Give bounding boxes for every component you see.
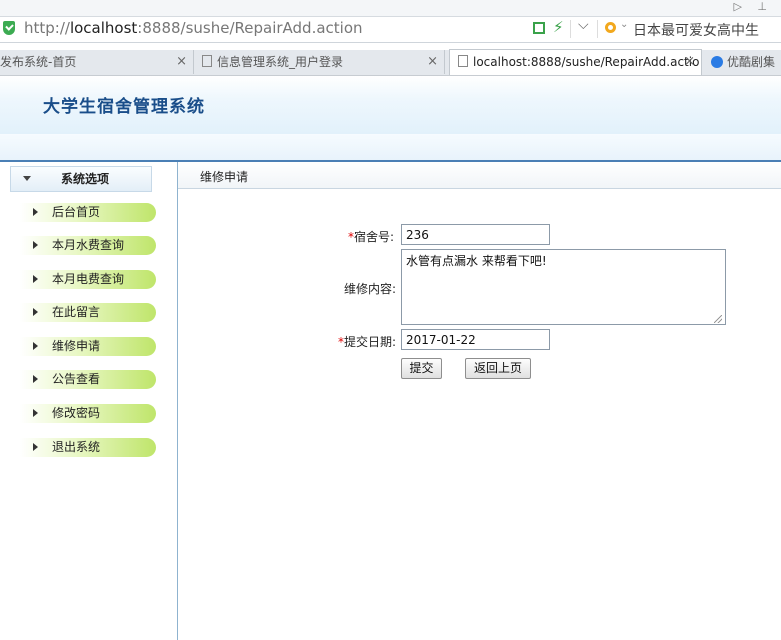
repair-content-textarea[interactable]: 水管有点漏水 来帮看下吧! <box>401 249 726 325</box>
close-icon[interactable]: × <box>684 50 695 74</box>
sidebar-item-password[interactable]: 修改密码 <box>20 404 156 423</box>
sidebar-item-label: 公告查看 <box>52 372 101 386</box>
page-icon <box>458 55 468 67</box>
dorm-label-text: 宿舍号: <box>354 230 395 244</box>
sidebar-item-label: 本月水费查询 <box>52 238 125 252</box>
close-icon[interactable]: × <box>427 50 438 74</box>
security-shield-icon[interactable] <box>3 21 15 35</box>
back-button[interactable]: 返回上页 <box>465 358 531 379</box>
page-title: 维修申请 <box>200 170 249 184</box>
arrow-right-icon <box>33 443 38 451</box>
page-icon <box>202 55 212 67</box>
tab-repair-add[interactable]: localhost:8888/sushe/RepairAdd.actio × <box>449 49 702 75</box>
url-prefix: http:// <box>24 19 70 37</box>
url-text[interactable]: http://localhost:8888/sushe/RepairAdd.ac… <box>24 19 363 37</box>
content-label: 维修内容: <box>344 282 397 296</box>
sidebar-item-label: 退出系统 <box>52 440 101 454</box>
tab-user-login[interactable]: 信息管理系统_用户登录 × <box>194 50 445 74</box>
resize-grip-icon[interactable] <box>714 315 722 323</box>
sidebar-item-label: 修改密码 <box>52 406 101 420</box>
arrow-right-icon <box>33 375 38 383</box>
url-rest: :8888/sushe/RepairAdd.action <box>137 19 363 37</box>
date-label-text: 提交日期: <box>344 335 397 349</box>
dorm-number-input[interactable] <box>401 224 550 245</box>
tab-label: 发布系统-首页 <box>0 55 77 69</box>
sidebar-item-notice[interactable]: 公告查看 <box>20 370 156 389</box>
browser-address-bar: ▷ ⊥ http://localhost:8888/sushe/RepairAd… <box>0 0 781 43</box>
sidebar-header[interactable]: 系统选项 <box>10 166 152 192</box>
sidebar-header-label: 系统选项 <box>61 172 110 186</box>
arrow-right-icon <box>33 275 38 283</box>
divider <box>597 20 598 38</box>
panel-title-bar: 维修申请 <box>178 162 781 189</box>
tab-youku[interactable]: 优酷剧集 <box>703 50 781 74</box>
sidebar-item-logout[interactable]: 退出系统 <box>20 438 156 457</box>
dorm-label: *宿舍号: <box>348 228 394 245</box>
date-label: *提交日期: <box>338 333 396 350</box>
app-title: 大学生宿舍管理系统 <box>43 97 205 117</box>
youku-icon <box>711 56 723 68</box>
header-strip <box>0 134 781 162</box>
submit-button[interactable]: 提交 <box>401 358 442 379</box>
close-icon[interactable]: × <box>176 50 187 74</box>
sidebar-item-electric-fee[interactable]: 本月电费查询 <box>20 270 156 289</box>
sidebar-item-label: 后台首页 <box>52 205 101 219</box>
arrow-right-icon <box>33 308 38 316</box>
search-engine-icon[interactable] <box>605 22 616 33</box>
sidebar-item-message[interactable]: 在此留言 <box>20 303 156 322</box>
sidebar-item-label: 本月电费查询 <box>52 272 125 286</box>
arrow-right-icon <box>33 342 38 350</box>
sidebar: 系统选项 后台首页 本月水费查询 本月电费查询 在此留言 维修申请 公告查看 修… <box>0 162 178 640</box>
sidebar-item-label: 在此留言 <box>52 305 101 319</box>
caret-down-icon <box>23 176 31 181</box>
url-field[interactable]: http://localhost:8888/sushe/RepairAdd.ac… <box>0 16 781 42</box>
date-input[interactable] <box>401 329 550 350</box>
tab-home[interactable]: 发布系统-首页 × <box>0 50 194 74</box>
search-input[interactable]: 日本最可爱女高中生 <box>633 20 759 40</box>
url-host: localhost <box>69 19 138 37</box>
app-header: 大学生宿舍管理系统 <box>0 76 781 134</box>
sidebar-item-water-fee[interactable]: 本月水费查询 <box>20 236 156 255</box>
sidebar-item-repair[interactable]: 维修申请 <box>20 337 156 356</box>
lightning-icon[interactable]: ⚡ <box>553 18 564 36</box>
tab-label: localhost:8888/sushe/RepairAdd.actio <box>473 55 700 69</box>
browser-tab-bar: 发布系统-首页 × 信息管理系统_用户登录 × localhost:8888/s… <box>0 49 781 76</box>
window-controls[interactable]: ▷ ⊥ <box>733 0 773 13</box>
arrow-right-icon <box>33 241 38 249</box>
sidebar-item-label: 维修申请 <box>52 339 101 353</box>
tab-label: 信息管理系统_用户登录 <box>217 55 344 69</box>
sidebar-item-home[interactable]: 后台首页 <box>20 203 156 222</box>
arrow-right-icon <box>33 208 38 216</box>
chevron-down-icon[interactable]: ⌵ <box>578 17 589 33</box>
search-dropdown-icon[interactable]: ⌄ <box>620 19 628 30</box>
qr-code-icon[interactable] <box>533 22 545 34</box>
arrow-right-icon <box>33 409 38 417</box>
tab-label: 优酷剧集 <box>727 55 776 69</box>
divider <box>570 20 571 38</box>
